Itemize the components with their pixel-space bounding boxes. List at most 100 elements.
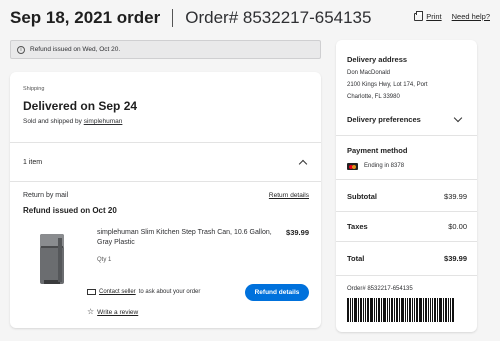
contact-seller-row: Contact seller to ask about your order: [87, 289, 200, 295]
barcode-bar: [378, 298, 380, 322]
seller-link[interactable]: simplehuman: [84, 118, 123, 125]
order-header: Sep 18, 2021 order Order# 8532217-654135…: [0, 0, 500, 36]
contact-seller-link[interactable]: Contact seller: [99, 289, 136, 295]
address-line1: 2100 Kings Hwy, Lot 174, Port: [347, 82, 428, 88]
barcode-bar: [383, 298, 386, 322]
barcode-bar: [423, 298, 424, 322]
barcode-bar: [419, 298, 422, 322]
barcode-bar: [430, 298, 431, 322]
barcode-bar: [396, 298, 398, 322]
address-name: Don MacDonald: [347, 70, 391, 76]
barcode-bar: [416, 298, 418, 322]
barcode-bar: [367, 298, 369, 322]
barcode-bar: [376, 298, 377, 322]
return-details-link[interactable]: Return details: [269, 192, 309, 199]
order-date-title: Sep 18, 2021 order: [10, 8, 161, 27]
taxes-value: $0.00: [448, 222, 467, 231]
print-icon: [414, 10, 424, 21]
delivery-address-title: Delivery address: [347, 55, 408, 64]
subtotal-value: $39.99: [444, 192, 467, 201]
items-count: 1 item: [23, 159, 43, 166]
divider: [10, 142, 321, 143]
product-price: $39.99: [286, 228, 309, 237]
subtotal-label: Subtotal: [347, 192, 377, 201]
barcode-bar: [381, 298, 382, 322]
mail-icon: [87, 289, 96, 295]
chevron-down-icon[interactable]: [453, 113, 463, 123]
items-toggle[interactable]: 1 item: [23, 158, 308, 169]
divider: [336, 135, 477, 136]
barcode-bar: [350, 298, 351, 322]
barcode-bar: [389, 298, 390, 322]
star-icon: ☆: [87, 307, 95, 316]
barcode-bar: [374, 298, 375, 322]
barcode: [347, 298, 467, 322]
barcode-bar: [405, 298, 406, 322]
barcode-bar: [387, 298, 388, 322]
chevron-up-icon: [298, 159, 308, 169]
header-divider: [172, 9, 174, 27]
barcode-bar: [432, 298, 433, 322]
info-icon: i: [17, 45, 25, 54]
barcode-bar: [425, 298, 427, 322]
card-ending: Ending in 8378: [364, 163, 405, 169]
barcode-bar: [391, 298, 393, 322]
barcode-bar: [412, 298, 413, 322]
refund-status: Refund issued on Oct 20: [23, 206, 117, 215]
barcode-bar: [414, 298, 415, 322]
delivery-status: Delivered on Sep 24: [23, 99, 138, 113]
taxes-row: Taxes $0.00: [347, 222, 467, 231]
barcode-bar: [439, 298, 442, 322]
barcode-bar: [360, 298, 362, 322]
barcode-bar: [394, 298, 395, 322]
barcode-bar: [448, 298, 449, 322]
barcode-bar: [409, 298, 411, 322]
print-label: Print: [426, 12, 442, 21]
barcode-bar: [401, 298, 404, 322]
total-value: $39.99: [444, 254, 467, 263]
barcode-bar: [452, 298, 454, 322]
delivery-preferences-toggle[interactable]: Delivery preferences: [347, 115, 421, 124]
barcode-bar: [365, 298, 366, 322]
order-reference: Order# 8532217-654135: [347, 286, 413, 292]
total-row: Total $39.99: [347, 254, 467, 263]
total-label: Total: [347, 254, 365, 263]
barcode-bar: [407, 298, 408, 322]
divider: [10, 181, 321, 182]
barcode-bar: [347, 298, 349, 322]
divider: [336, 211, 477, 212]
sold-by-text: Sold and shipped by simplehuman: [23, 118, 122, 125]
need-help-link[interactable]: Need help?: [452, 12, 490, 21]
divider: [336, 275, 477, 276]
refund-notice: i Refund issued on Wed, Oct 20.: [10, 40, 321, 59]
shipment-card: Shipping Delivered on Sep 24 Sold and sh…: [10, 72, 321, 328]
divider: [336, 241, 477, 242]
barcode-bar: [399, 298, 400, 322]
refund-notice-text: Refund issued on Wed, Oct 20.: [30, 46, 121, 53]
product-image[interactable]: [34, 226, 70, 286]
payment-method-title: Payment method: [347, 146, 408, 155]
refund-details-button[interactable]: Refund details: [245, 284, 309, 301]
barcode-bar: [437, 298, 438, 322]
return-method: Return by mail: [23, 192, 69, 199]
print-link[interactable]: Print: [414, 10, 442, 21]
barcode-bar: [428, 298, 429, 322]
barcode-bar: [450, 298, 451, 322]
barcode-bar: [434, 298, 436, 322]
product-quantity: Qty 1: [97, 257, 112, 263]
mastercard-icon: [347, 163, 358, 170]
order-summary-card: Delivery address Don MacDonald 2100 King…: [336, 40, 477, 332]
barcode-bar: [370, 298, 373, 322]
taxes-label: Taxes: [347, 222, 368, 231]
shipping-label: Shipping: [23, 86, 45, 92]
divider: [336, 179, 477, 180]
barcode-bar: [358, 298, 359, 322]
barcode-bar: [445, 298, 447, 322]
barcode-bar: [352, 298, 353, 322]
barcode-bar: [363, 298, 364, 322]
subtotal-row: Subtotal $39.99: [347, 192, 467, 201]
write-review-link[interactable]: ☆ Write a review: [87, 308, 138, 316]
barcode-bar: [354, 298, 357, 322]
sold-by-prefix: Sold and shipped by: [23, 118, 82, 125]
product-name-link[interactable]: simplehuman Slim Kitchen Step Trash Can,…: [97, 228, 272, 248]
